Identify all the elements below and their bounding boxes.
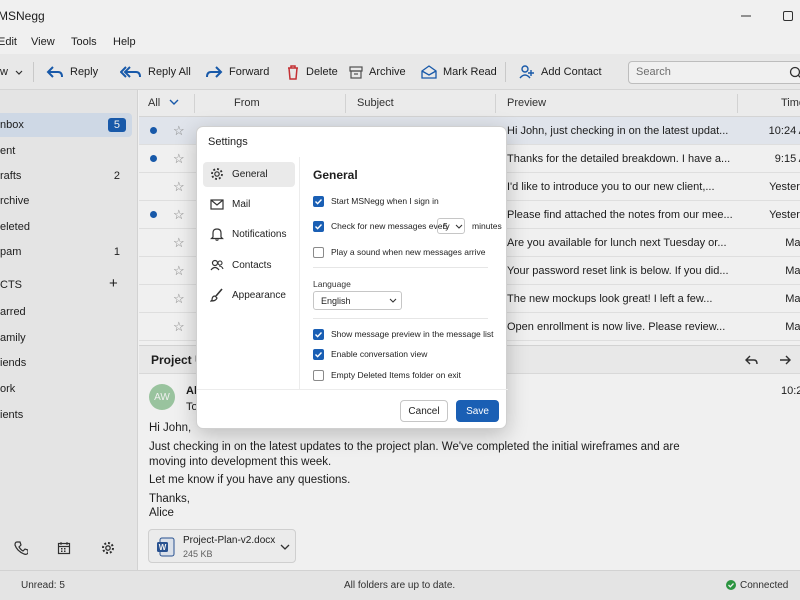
dialog-title: Settings bbox=[208, 136, 248, 148]
checkmark-icon bbox=[313, 220, 324, 232]
conversation-view-checkbox[interactable]: Enable conversation view bbox=[313, 347, 427, 361]
settings-nav-mail[interactable]: Mail bbox=[203, 192, 295, 217]
option-label: Start MSNegg when I sign in bbox=[331, 196, 439, 206]
message-preview-checkbox[interactable]: Show message preview in the message list bbox=[313, 327, 494, 341]
checkmark-icon bbox=[313, 195, 324, 207]
language-value: English bbox=[321, 296, 351, 306]
settings-nav-notifications[interactable]: Notifications bbox=[203, 222, 295, 247]
mail-icon bbox=[210, 197, 224, 214]
option-label: Enable conversation view bbox=[331, 349, 428, 359]
empty-deleted-checkbox[interactable]: Empty Deleted Items folder on exit bbox=[313, 368, 461, 382]
language-label: Language bbox=[313, 279, 351, 289]
dialog-footer-divider bbox=[197, 389, 508, 390]
nav-label: Mail bbox=[232, 199, 251, 210]
checkbox-box bbox=[313, 369, 324, 381]
nav-label: General bbox=[232, 169, 268, 180]
brush-icon bbox=[209, 288, 224, 305]
settings-general-panel: General Start MSNegg when I sign in Chec… bbox=[300, 157, 508, 389]
play-sound-checkbox[interactable]: Play a sound when new messages arrive bbox=[313, 245, 486, 259]
settings-nav-general[interactable]: General bbox=[203, 162, 295, 187]
chevron-down-icon bbox=[389, 298, 397, 303]
save-button[interactable]: Save bbox=[456, 400, 499, 422]
check-messages-checkbox[interactable]: Check for new messages every bbox=[313, 219, 450, 233]
option-label: Play a sound when new messages arrive bbox=[331, 247, 486, 257]
option-label: Empty Deleted Items folder on exit bbox=[331, 370, 461, 380]
check-interval-value: 5 bbox=[443, 221, 448, 231]
bell-icon bbox=[210, 227, 224, 244]
cancel-button[interactable]: Cancel bbox=[400, 400, 448, 422]
contacts-icon bbox=[210, 258, 224, 275]
checkbox-box bbox=[313, 246, 324, 258]
section-divider bbox=[313, 267, 488, 268]
option-label: Check for new messages every bbox=[331, 221, 450, 231]
gear-icon bbox=[210, 167, 224, 184]
language-select[interactable]: English bbox=[313, 291, 402, 310]
checkmark-icon bbox=[313, 348, 324, 360]
section-divider bbox=[313, 318, 488, 319]
nav-label: Notifications bbox=[232, 229, 287, 240]
nav-label: Appearance bbox=[232, 290, 286, 301]
nav-label: Contacts bbox=[232, 260, 272, 271]
option-label: Show message preview in the message list bbox=[331, 329, 494, 339]
settings-dialog: Settings General Mail Notifications Cont… bbox=[196, 126, 508, 429]
settings-nav-contacts[interactable]: Contacts bbox=[203, 253, 295, 278]
start-on-signin-checkbox[interactable]: Start MSNegg when I sign in bbox=[313, 194, 439, 208]
check-interval-select[interactable]: 5 bbox=[437, 218, 465, 234]
minutes-label: minutes bbox=[472, 221, 502, 231]
settings-nav-appearance[interactable]: Appearance bbox=[203, 283, 295, 308]
panel-heading: General bbox=[313, 168, 358, 182]
checkmark-icon bbox=[313, 328, 324, 340]
chevron-down-icon bbox=[455, 224, 463, 229]
